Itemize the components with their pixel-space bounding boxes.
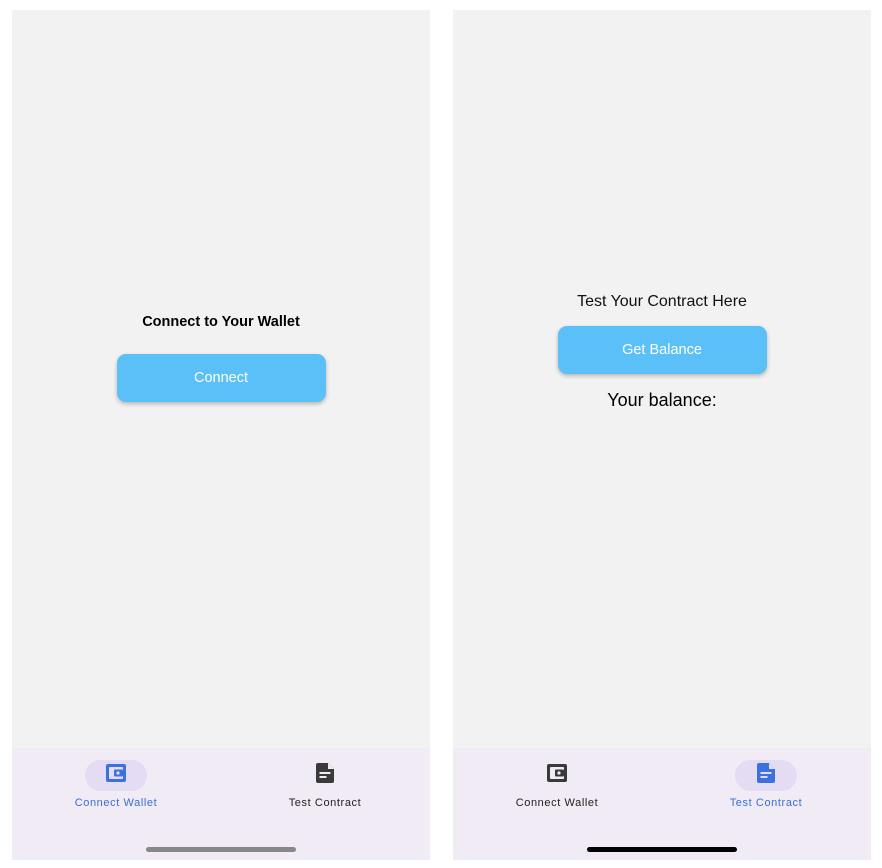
nav-item-test-contract[interactable]: Test Contract: [701, 760, 831, 809]
connect-section: Connect to Your Wallet Connect: [12, 314, 430, 402]
nav-item-connect-wallet[interactable]: Connect Wallet: [492, 760, 622, 809]
nav-label-connect-wallet: Connect Wallet: [515, 797, 599, 809]
contract-section: Test Your Contract Here Get Balance Your…: [453, 293, 871, 411]
test-contract-screen: Test Your Contract Here Get Balance Your…: [453, 10, 871, 860]
connect-button[interactable]: Connect: [116, 354, 326, 402]
connect-title: Connect to Your Wallet: [142, 314, 300, 330]
nav-active-indicator: [85, 760, 147, 791]
home-indicator[interactable]: [146, 847, 296, 852]
nav-item-test-contract[interactable]: Test Contract: [260, 760, 390, 809]
bottom-navigation: Connect Wallet Test Contract: [453, 748, 871, 860]
document-icon: [316, 763, 334, 788]
nav-label-test-contract: Test Contract: [729, 797, 803, 809]
home-indicator[interactable]: [587, 847, 737, 852]
get-balance-button[interactable]: Get Balance: [557, 326, 767, 374]
wallet-icon: [106, 764, 126, 787]
connect-wallet-screen: Connect to Your Wallet Connect Connect W…: [12, 10, 430, 860]
nav-label-test-contract: Test Contract: [288, 797, 362, 809]
balance-label: Your balance:: [607, 390, 717, 410]
document-icon: [757, 763, 775, 788]
wallet-icon: [547, 764, 567, 787]
bottom-navigation: Connect Wallet Test Contract: [12, 748, 430, 860]
nav-active-indicator: [735, 760, 797, 791]
nav-label-connect-wallet: Connect Wallet: [74, 797, 158, 809]
contract-title: Test Your Contract Here: [577, 293, 747, 310]
nav-item-connect-wallet[interactable]: Connect Wallet: [51, 760, 181, 809]
